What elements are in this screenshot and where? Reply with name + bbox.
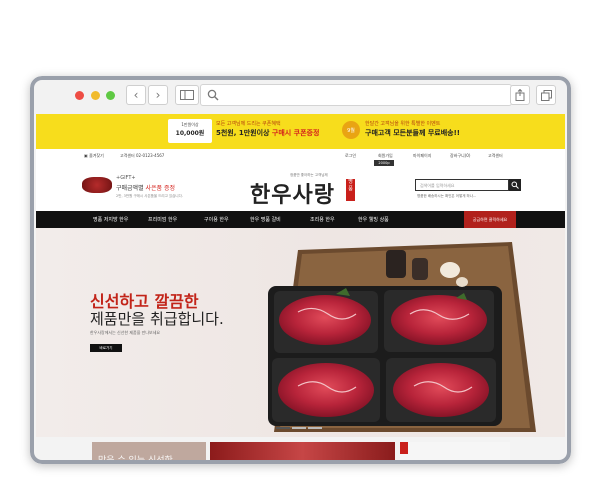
utility-bar: ▣ 즐겨찾기 고객센터 02-0123-4567 로그인 회원가입 마이페이지 … bbox=[36, 149, 565, 166]
hero-subline: 제품만을 취급합니다. bbox=[90, 310, 224, 328]
address-bar[interactable] bbox=[200, 84, 512, 106]
maximize-window-button[interactable] bbox=[106, 91, 115, 100]
coupon-tag-amount: 10,000원 bbox=[175, 130, 205, 137]
slider-dot-3[interactable] bbox=[308, 427, 322, 429]
search-icon bbox=[207, 89, 219, 101]
bookmark-label: 즐겨찾기 bbox=[89, 153, 104, 158]
hero-banner: 신선하고 깔끔한 제품만을 취급합니다. 한우사랑에서는 신선한 제품을 만나보… bbox=[36, 228, 565, 437]
slider-dot-1[interactable] bbox=[276, 427, 290, 429]
minimize-window-button[interactable] bbox=[91, 91, 100, 100]
featured-card-3-tag bbox=[400, 442, 408, 454]
chevron-left-icon: ‹ bbox=[133, 88, 139, 102]
site-search-input[interactable]: 검색어를 입력하세요 bbox=[415, 179, 509, 191]
logo-wordmark: 한우사랑 bbox=[250, 182, 335, 208]
sidebar-toggle-button[interactable] bbox=[175, 85, 199, 105]
site-header: +GIFT+ 구매금액별 사은품 증정 2만, 3만원 구매시 사은품을 드리고… bbox=[36, 165, 565, 211]
featured-card-1-text: 맛을 수 있는 신선한 bbox=[98, 456, 173, 464]
nav-item-galbi[interactable]: 한우 명품 갈비 bbox=[250, 216, 281, 223]
promo-right-line1: 한달간 고객님을 위한 특별한 이벤트 bbox=[365, 121, 441, 127]
share-icon bbox=[515, 89, 525, 101]
month-badge: 9월 bbox=[342, 121, 360, 139]
mypage-link[interactable]: 마이페이지 bbox=[413, 153, 431, 159]
bookmark-link[interactable]: ▣ 즐겨찾기 bbox=[84, 153, 104, 159]
nav-cta-button[interactable]: 궁금하면 클릭하세요 bbox=[464, 211, 516, 228]
nav-item-cooking[interactable]: 조리용 한우 bbox=[310, 216, 335, 223]
hero-description: 한우사랑에서는 신선한 제품을 만나보세요 bbox=[90, 330, 161, 335]
share-button[interactable] bbox=[510, 85, 530, 105]
featured-card-3[interactable] bbox=[400, 442, 510, 464]
promo-left-line1: 모든 고객님께 드리는 쿠폰혜택 bbox=[216, 121, 281, 127]
promo-left-line2: 5천원, 1만원이상 bbox=[216, 129, 272, 137]
gift-promo[interactable]: +GIFT+ 구매금액별 사은품 증정 2만, 3만원 구매시 사은품을 드리고… bbox=[116, 175, 183, 199]
gift-subtext: 2만, 3만원 구매시 사은품을 드리고 있습니다. bbox=[116, 194, 183, 198]
browser-window: ‹ › 1만원이상 10,000원 모든 고객님께 드리는 쿠폰혜택 5천원, … bbox=[30, 76, 571, 464]
tabs-icon bbox=[540, 89, 552, 101]
chevron-right-icon: › bbox=[155, 88, 161, 102]
back-button[interactable]: ‹ bbox=[126, 85, 146, 105]
featured-card-1[interactable]: 맛을 수 있는 신선한 bbox=[92, 442, 206, 464]
join-link[interactable]: 회원가입 bbox=[378, 153, 393, 159]
gift-highlight: 사은품 증정 bbox=[145, 185, 176, 192]
promo-left-text: 모든 고객님께 드리는 쿠폰혜택 5천원, 1만원이상 구매시 쿠폰증정 bbox=[216, 120, 319, 138]
promo-banner[interactable]: 1만원이상 10,000원 모든 고객님께 드리는 쿠폰혜택 5천원, 1만원이… bbox=[36, 114, 565, 149]
customer-phone: 고객센터 02-0123-4567 bbox=[120, 153, 165, 158]
logo-seal: 명품 bbox=[346, 179, 355, 201]
search-hint: 명품한 배송하시는 확인은 어떻게 하나... bbox=[417, 194, 477, 198]
sidebar-icon bbox=[180, 90, 194, 100]
hero-more-button[interactable]: 바로가기 bbox=[90, 344, 122, 352]
login-link[interactable]: 로그인 bbox=[345, 153, 356, 159]
nav-item-wellbeing[interactable]: 한우 웰빙 상품 bbox=[358, 216, 389, 223]
gift-meat-image bbox=[82, 177, 112, 193]
featured-card-2[interactable] bbox=[210, 442, 395, 464]
forward-button[interactable]: › bbox=[148, 85, 168, 105]
nav-item-premium[interactable]: 프리미엄 한우 bbox=[148, 216, 177, 223]
search-icon bbox=[511, 181, 519, 189]
gift-label: +GIFT+ bbox=[116, 175, 136, 181]
promo-right-text: 한달간 고객님을 위한 특별한 이벤트 구매고객 모든분들께 무료배송!! bbox=[365, 120, 460, 138]
nav-item-grill[interactable]: 구이용 한우 bbox=[204, 216, 229, 223]
promo-left-highlight: 구매시 쿠폰증정 bbox=[271, 129, 320, 137]
gift-text: 구매금액별 bbox=[116, 185, 146, 192]
nav-item-lowfat[interactable]: 명품 저지방 한우 bbox=[93, 216, 128, 223]
site-search-button[interactable] bbox=[509, 179, 521, 191]
tabs-button[interactable] bbox=[536, 85, 556, 105]
close-window-button[interactable] bbox=[75, 91, 84, 100]
slider-dot-2[interactable] bbox=[292, 427, 306, 429]
promo-right-line2: 구매고객 모든분들께 무료배송!! bbox=[365, 129, 460, 137]
website-content: 1만원이상 10,000원 모든 고객님께 드리는 쿠폰혜택 5천원, 1만원이… bbox=[36, 114, 565, 464]
cart-link[interactable]: 장바구니(0) bbox=[450, 153, 470, 159]
support-link[interactable]: 고객센터 bbox=[488, 153, 503, 159]
site-logo[interactable]: 정품만 좋아하는 고객님께 한우사랑 명품 bbox=[250, 173, 360, 208]
browser-titlebar: ‹ › bbox=[30, 76, 571, 114]
main-nav: 명품 저지방 한우 프리미엄 한우 구이용 한우 한우 명품 갈비 조리용 한우… bbox=[36, 211, 565, 228]
featured-section: 맛을 수 있는 신선한 bbox=[36, 437, 565, 464]
coupon-tag: 1만원이상 10,000원 bbox=[168, 119, 212, 143]
